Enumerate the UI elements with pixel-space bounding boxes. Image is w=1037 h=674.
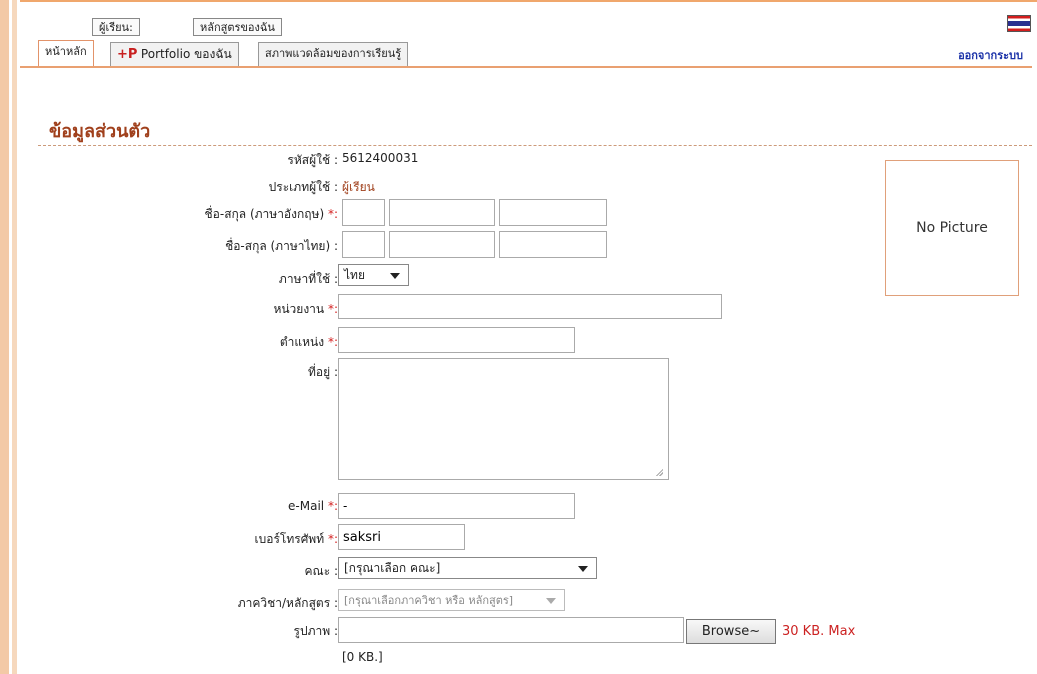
faculty-select-value: [กรุณาเลือก คณะ]	[344, 561, 441, 575]
name-en-prefix-input[interactable]	[342, 199, 385, 226]
photo-label: รูปภาพ :	[293, 624, 338, 638]
phone-label: เบอร์โทรศัพท์ *:	[255, 530, 338, 549]
left-border	[0, 0, 9, 674]
tab-portfolio[interactable]: +P Portfolio ของฉัน	[110, 42, 239, 66]
required-mark: *:	[327, 499, 338, 513]
email-label-text: e-Mail	[288, 499, 325, 513]
org-label: หน่วยงาน *:	[273, 300, 338, 319]
name-th-last-input[interactable]	[499, 231, 607, 258]
left-border-inner	[12, 0, 17, 674]
required-mark: *:	[327, 335, 338, 349]
profile-picture-box: No Picture	[885, 160, 1019, 296]
email-label: e-Mail *:	[288, 499, 338, 513]
org-label-text: หน่วยงาน	[273, 302, 325, 316]
chevron-down-icon	[390, 273, 400, 279]
name-th-prefix-input[interactable]	[342, 231, 385, 258]
chevron-down-icon	[578, 566, 588, 572]
portfolio-plus-icon: +P	[117, 47, 138, 62]
tab-learning-environment[interactable]: สภาพแวดล้อมของการเรียนรู้	[258, 42, 409, 66]
dept-label: ภาควิชา/หลักสูตร :	[237, 596, 338, 610]
faculty-select[interactable]: [กรุณาเลือก คณะ]	[338, 557, 597, 579]
required-mark: *:	[327, 302, 338, 316]
name-en-label: ชื่อ-สกุล (ภาษาอังกฤษ) *:	[205, 205, 338, 224]
faculty-label: คณะ :	[304, 564, 338, 578]
email-input[interactable]	[338, 493, 575, 519]
name-th-label: ชื่อ-สกุล (ภาษาไทย) :	[225, 239, 338, 253]
org-input[interactable]	[338, 294, 722, 319]
learner-button[interactable]: ผู้เรียน:	[92, 18, 140, 36]
language-select-value: ไทย	[344, 268, 365, 282]
required-mark: *:	[327, 532, 338, 546]
top-border	[20, 0, 1037, 2]
no-picture-text: No Picture	[916, 220, 988, 236]
name-en-last-input[interactable]	[499, 199, 607, 226]
user-type-label: ประเภทผู้ใช้ :	[268, 180, 338, 194]
position-label: ตำแหน่ง *:	[280, 333, 338, 352]
resize-handle-icon[interactable]	[655, 468, 663, 476]
position-input[interactable]	[338, 327, 575, 353]
file-size-value: [0 KB.]	[342, 650, 383, 664]
phone-input[interactable]	[338, 524, 465, 550]
language-label: ภาษาที่ใช้ :	[278, 272, 338, 286]
user-type-value: ผู้เรียน	[342, 180, 375, 194]
language-select[interactable]: ไทย	[338, 264, 409, 286]
phone-label-text: เบอร์โทรศัพท์	[254, 532, 325, 546]
max-size-note: 30 KB. Max	[782, 624, 856, 639]
tab-portfolio-label: Portfolio ของฉัน	[140, 47, 232, 61]
page-title: ข้อมูลส่วนตัว	[49, 121, 151, 142]
required-mark: *:	[327, 207, 338, 221]
my-courses-button[interactable]: หลักสูตรของฉัน	[193, 18, 282, 36]
name-th-first-input[interactable]	[389, 231, 495, 258]
title-divider	[38, 145, 1032, 146]
user-id-value: 5612400031	[342, 151, 419, 165]
chevron-down-icon	[546, 598, 556, 604]
thai-flag-icon[interactable]	[1007, 15, 1031, 32]
photo-file-input[interactable]	[338, 617, 684, 643]
name-en-first-input[interactable]	[389, 199, 495, 226]
dept-select-value: [กรุณาเลือกภาควิชา หรือ หลักสูตร]	[344, 594, 514, 607]
name-en-label-text: ชื่อ-สกุล (ภาษาอังกฤษ)	[204, 207, 325, 221]
address-textarea[interactable]	[338, 358, 669, 480]
dept-select[interactable]: [กรุณาเลือกภาควิชา หรือ หลักสูตร]	[338, 589, 565, 611]
tab-home[interactable]: หน้าหลัก	[38, 40, 94, 66]
user-id-label: รหัสผู้ใช้ :	[287, 153, 338, 167]
logout-link[interactable]: ออกจากระบบ	[958, 46, 1023, 64]
tab-rule	[20, 66, 1032, 68]
address-label: ที่อยู่ :	[307, 365, 338, 379]
position-label-text: ตำแหน่ง	[279, 335, 325, 349]
browse-button[interactable]: Browse~	[686, 619, 776, 644]
